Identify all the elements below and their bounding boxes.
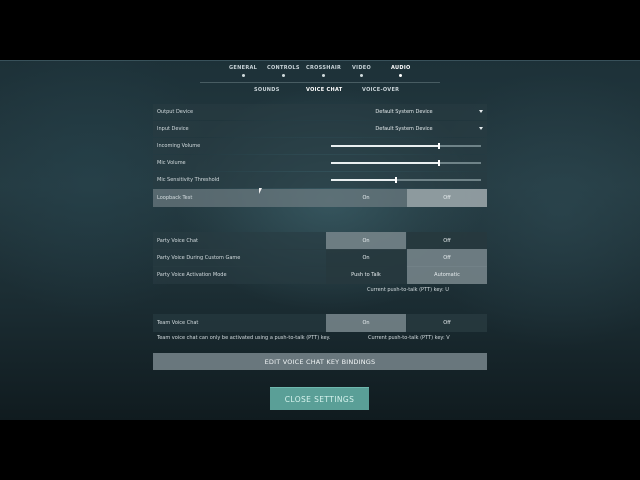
input-device-dropdown[interactable]: Default System Device	[326, 121, 487, 137]
chevron-down-icon	[479, 110, 483, 113]
edit-key-bindings-label: EDIT VOICE CHAT KEY BINDINGS	[264, 358, 376, 366]
tab-controls[interactable]: CONTROLS	[267, 65, 300, 77]
letterbox-top	[0, 0, 640, 60]
chevron-down-icon	[479, 127, 483, 130]
incoming-volume-slider[interactable]	[331, 143, 481, 149]
party-custom-off-button[interactable]: Off	[407, 249, 487, 267]
mouse-cursor-icon	[259, 188, 262, 194]
team-voice-on-label: On	[362, 320, 370, 326]
tab-audio[interactable]: AUDIO	[391, 65, 411, 77]
mic-volume-row: Mic Volume	[153, 155, 487, 171]
loopback-row: Loopback Test On Off	[153, 189, 487, 207]
party-voice-chat-label: Party Voice Chat	[157, 238, 198, 244]
party-activation-label: Party Voice Activation Mode	[157, 272, 227, 278]
party-activation-row: Party Voice Activation Mode Push to Talk…	[153, 266, 487, 284]
settings-screen: GENERAL CONTROLS CROSSHAIR VIDEO AUDIO S…	[0, 60, 640, 420]
output-device-row: Output Device Default System Device	[153, 104, 487, 120]
slider-thumb[interactable]	[438, 160, 440, 166]
slider-fill	[331, 145, 439, 147]
letterbox-bottom	[0, 420, 640, 480]
party-custom-game-row: Party Voice During Custom Game On Off	[153, 249, 487, 267]
loopback-on-button[interactable]: On	[326, 189, 406, 207]
close-settings-label: CLOSE SETTINGS	[284, 395, 355, 404]
sub-tab-bar: SOUNDS VOICE CHAT VOICE-OVER	[0, 87, 640, 99]
team-voice-off-button[interactable]: Off	[407, 314, 487, 332]
party-ptt-button[interactable]: Push to Talk	[326, 266, 406, 284]
loopback-label: Loopback Test	[157, 195, 193, 201]
party-ptt-key-note: Current push-to-talk (PTT) key: U	[367, 287, 449, 293]
party-voice-on-button[interactable]: On	[326, 232, 406, 250]
main-tab-bar: GENERAL CONTROLS CROSSHAIR VIDEO AUDIO	[0, 65, 640, 83]
party-voice-off-label: Off	[443, 238, 451, 244]
slider-fill	[331, 179, 396, 181]
tab-video[interactable]: VIDEO	[352, 65, 372, 77]
edit-key-bindings-button[interactable]: EDIT VOICE CHAT KEY BINDINGS	[153, 353, 487, 370]
tab-general[interactable]: GENERAL	[229, 65, 258, 77]
mic-threshold-row: Mic Sensitivity Threshold	[153, 172, 487, 188]
mic-threshold-slider[interactable]	[331, 177, 481, 183]
party-voice-on-label: On	[362, 238, 370, 244]
party-automatic-label: Automatic	[434, 272, 460, 278]
team-voice-on-button[interactable]: On	[326, 314, 406, 332]
party-custom-on-label: On	[362, 255, 370, 261]
slider-thumb[interactable]	[395, 177, 397, 183]
loopback-off-label: Off	[443, 195, 451, 201]
mic-volume-label: Mic Volume	[157, 160, 186, 166]
output-device-dropdown[interactable]: Default System Device	[326, 104, 487, 120]
subtab-sounds[interactable]: SOUNDS	[254, 87, 280, 93]
tab-audio-dot	[399, 74, 403, 77]
mic-threshold-label: Mic Sensitivity Threshold	[157, 177, 220, 183]
tab-crosshair-label: CROSSHAIR	[306, 65, 342, 71]
tab-crosshair[interactable]: CROSSHAIR	[306, 65, 342, 77]
subtab-voice-over[interactable]: VOICE-OVER	[362, 87, 399, 93]
tab-general-dot	[241, 74, 245, 77]
incoming-volume-row: Incoming Volume	[153, 138, 487, 154]
tab-video-label: VIDEO	[352, 65, 372, 71]
input-device-label: Input Device	[157, 126, 189, 132]
tab-audio-label: AUDIO	[391, 65, 411, 71]
tab-general-label: GENERAL	[229, 65, 258, 71]
tab-controls-dot	[281, 74, 285, 77]
party-voice-chat-row: Party Voice Chat On Off	[153, 232, 487, 250]
team-ptt-only-note: Team voice chat can only be activated us…	[157, 335, 331, 341]
team-voice-chat-row: Team Voice Chat On Off	[153, 314, 487, 332]
mic-volume-slider[interactable]	[331, 160, 481, 166]
party-ptt-label: Push to Talk	[351, 272, 381, 278]
input-device-value: Default System Device	[375, 126, 433, 132]
tab-video-dot	[360, 74, 364, 77]
tab-controls-label: CONTROLS	[267, 65, 300, 71]
party-custom-game-label: Party Voice During Custom Game	[157, 255, 241, 261]
slider-fill	[331, 162, 439, 164]
party-automatic-button[interactable]: Automatic	[407, 266, 487, 284]
incoming-volume-label: Incoming Volume	[157, 143, 201, 149]
output-device-value: Default System Device	[375, 109, 433, 115]
input-device-row: Input Device Default System Device	[153, 121, 487, 137]
subtab-voice-chat[interactable]: VOICE CHAT	[306, 87, 342, 93]
team-voice-off-label: Off	[443, 320, 451, 326]
top-divider	[0, 60, 640, 61]
slider-thumb[interactable]	[438, 143, 440, 149]
loopback-on-label: On	[362, 195, 370, 201]
close-settings-button[interactable]: CLOSE SETTINGS	[270, 387, 369, 410]
party-voice-off-button[interactable]: Off	[407, 232, 487, 250]
team-voice-chat-label: Team Voice Chat	[157, 320, 199, 326]
loopback-off-button[interactable]: Off	[407, 189, 487, 207]
party-custom-off-label: Off	[443, 255, 451, 261]
output-device-label: Output Device	[157, 109, 194, 115]
tab-crosshair-dot	[322, 74, 326, 77]
tab-underline	[200, 82, 440, 83]
party-custom-on-button[interactable]: On	[326, 249, 406, 267]
team-ptt-key-note: Current push-to-talk (PTT) key: V	[368, 335, 450, 341]
